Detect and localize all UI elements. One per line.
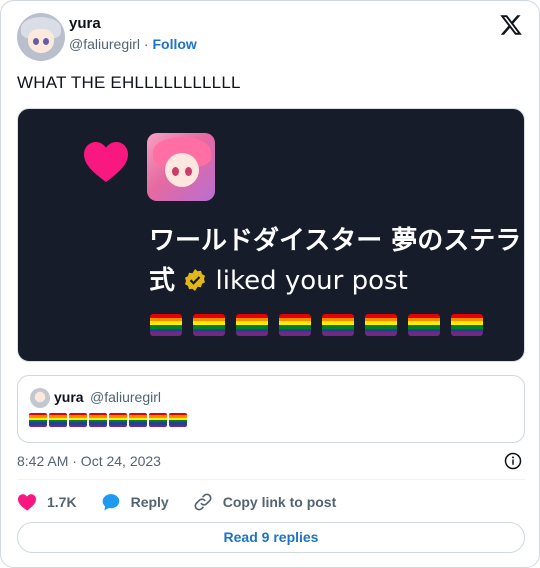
info-icon[interactable] <box>504 452 522 470</box>
rainbow-flag-icon <box>150 314 182 336</box>
quoted-author-handle: @faliuregirl <box>90 389 162 405</box>
notification-title-line2: 式 <box>149 266 176 296</box>
rainbow-flag-icon <box>29 413 47 427</box>
media-image[interactable]: ワールドダイスター 夢のステラ 式 liked your post <box>17 108 525 362</box>
heart-icon <box>18 494 36 511</box>
author-handle[interactable]: @faliuregirl <box>69 36 140 52</box>
rainbow-flag-icon <box>236 314 268 336</box>
rainbow-flags-row <box>150 314 483 336</box>
rainbow-flag-icon <box>365 314 397 336</box>
like-count: 1.7K <box>47 494 77 510</box>
separator: · <box>143 36 149 52</box>
rainbow-flag-icon <box>109 413 127 427</box>
rainbow-flag-icon <box>408 314 440 336</box>
author-handle-line: @faliuregirl · Follow <box>69 36 197 52</box>
tweet-card: yura @faliuregirl · Follow WHAT THE EHLL… <box>0 0 540 568</box>
quoted-flags-row <box>29 413 187 427</box>
quoted-post[interactable]: yura @faliuregirl <box>17 375 525 443</box>
rainbow-flag-icon <box>69 413 87 427</box>
copy-link-label: Copy link to post <box>222 494 337 510</box>
rainbow-flag-icon <box>129 413 147 427</box>
rainbow-flag-icon <box>451 314 483 336</box>
rainbow-flag-icon <box>169 413 187 427</box>
x-logo-icon[interactable] <box>499 13 523 37</box>
rainbow-flag-icon <box>193 314 225 336</box>
link-icon <box>194 493 212 511</box>
reply-button[interactable]: Reply <box>101 492 169 512</box>
timestamp[interactable]: 8:42 AM · Oct 24, 2023 <box>17 453 161 469</box>
tweet-text: WHAT THE EHLLLLLLLLLLL <box>17 73 241 92</box>
rainbow-flag-icon <box>89 413 107 427</box>
verified-badge-icon <box>185 269 206 291</box>
author-name[interactable]: yura <box>69 15 101 32</box>
copy-link-button[interactable]: Copy link to post <box>193 492 337 512</box>
action-bar: 1.7K Reply Copy link to post <box>17 491 360 513</box>
follow-button[interactable]: Follow <box>152 36 196 52</box>
divider <box>17 479 525 480</box>
reply-bubble-icon <box>102 494 119 511</box>
avatar[interactable] <box>17 13 65 61</box>
app-icon <box>147 133 215 201</box>
rainbow-flag-icon <box>322 314 354 336</box>
notification-action: liked your post <box>215 266 408 296</box>
notification-text: ワールドダイスター 夢のステラ 式 liked your post <box>149 221 524 301</box>
rainbow-flag-icon <box>149 413 167 427</box>
quoted-author-name: yura <box>54 389 84 405</box>
heart-icon <box>84 142 128 182</box>
quoted-avatar <box>30 388 50 408</box>
read-replies-button[interactable]: Read 9 replies <box>17 522 525 553</box>
reply-label: Reply <box>130 494 169 510</box>
like-button[interactable]: 1.7K <box>17 493 77 511</box>
notification-title: ワールドダイスター 夢のステラ <box>149 226 522 256</box>
rainbow-flag-icon <box>279 314 311 336</box>
rainbow-flag-icon <box>49 413 67 427</box>
